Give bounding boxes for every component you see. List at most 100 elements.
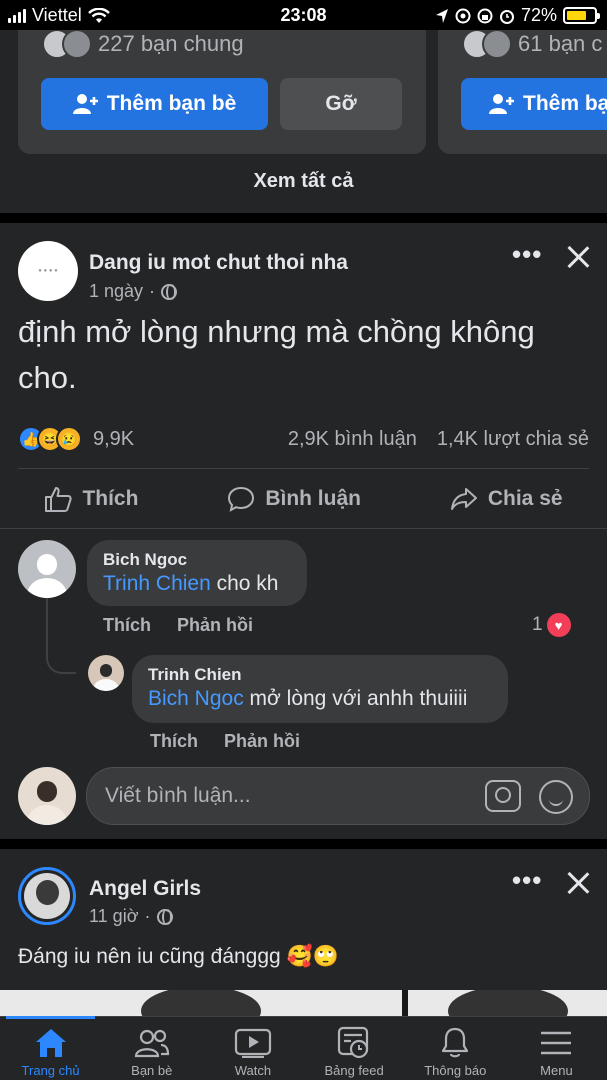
comment-icon (228, 486, 255, 512)
bell-icon (442, 1027, 469, 1058)
share-button[interactable]: Chia sẻ (450, 486, 563, 512)
more-options-icon[interactable]: ••• (512, 865, 542, 896)
commenter-name[interactable]: Bich Ngoc (103, 550, 291, 570)
feed-divider (0, 839, 607, 849)
meta-dot: · (144, 906, 151, 926)
post-photo[interactable] (0, 990, 402, 1016)
tab-label: Bạn bè (131, 1063, 173, 1078)
add-friend-button[interactable]: Thêm bạn bè (41, 78, 268, 130)
tab-notifications[interactable]: Thông báo (405, 1017, 506, 1080)
post: ● ● ● ● Dang iu mot chut thoi nha 1 ngày… (0, 223, 607, 839)
share-count[interactable]: 1,4K lượt chia sẻ (437, 428, 589, 451)
add-friend-label: Thêm bạ (523, 92, 607, 115)
suggestion-card[interactable]: 227 bạn chung Thêm bạn bè Gỡ (18, 30, 426, 154)
comment-button[interactable]: Bình luận (227, 486, 361, 512)
comment-text: Trinh Chien cho kh (103, 572, 291, 596)
menu-icon (541, 1031, 572, 1055)
add-friend-icon (489, 94, 514, 114)
tab-feeds[interactable]: Bảng feed (304, 1017, 405, 1080)
comment-bubble[interactable]: Bich Ngoc Trinh Chien cho kh (87, 540, 307, 606)
status-bar: Viettel 23:08 72% (0, 0, 607, 30)
post-meta: 1 ngày · (89, 281, 178, 302)
home-icon (35, 1029, 66, 1057)
comment-reply-button[interactable]: Phản hồi (177, 615, 253, 636)
comment-count[interactable]: 2,9K bình luận (288, 428, 417, 451)
mutual-friends: 61 bạn c (462, 30, 603, 59)
vpn-icon (455, 8, 471, 23)
separator (18, 468, 589, 469)
reply-actions: Thích Phản hồi (150, 731, 300, 752)
more-options-icon[interactable]: ••• (512, 239, 542, 270)
battery-icon (563, 7, 600, 24)
mutual-friends: 227 bạn chung (42, 30, 244, 59)
commenter-avatar[interactable] (18, 540, 76, 598)
mention-link[interactable]: Bich Ngoc (148, 687, 244, 710)
emoji-icon[interactable] (539, 780, 573, 814)
post-time[interactable]: 11 giờ (89, 906, 139, 927)
like-label: Thích (82, 487, 139, 510)
post-text: định mở lòng nhưng mà chồng không cho. (18, 314, 535, 395)
tab-label: Menu (540, 1063, 573, 1078)
comment-like-button[interactable]: Thích (103, 615, 151, 636)
tab-menu[interactable]: Menu (506, 1017, 607, 1080)
status-right: 72% (435, 5, 600, 26)
share-icon (450, 488, 477, 510)
my-avatar[interactable] (18, 767, 76, 825)
reply-bubble[interactable]: Trinh Chien Bich Ngoc mở lòng với anhh t… (132, 655, 508, 723)
globe-icon (161, 283, 178, 300)
tab-friends[interactable]: Bạn bè (101, 1017, 202, 1080)
friends-icon (134, 1029, 169, 1058)
reply-like-button[interactable]: Thích (150, 731, 198, 752)
reaction-summary[interactable]: 👍 😆 😢 9,9K (18, 426, 134, 452)
post-photo[interactable] (408, 990, 607, 1016)
post-actions: Thích Bình luận Chia sẻ (0, 470, 607, 528)
see-all-link[interactable]: Xem tất cả (0, 170, 607, 193)
tab-label: Thông báo (424, 1063, 487, 1078)
comment-reaction-count: 1 (532, 614, 543, 635)
camera-icon[interactable] (485, 780, 521, 812)
replier-avatar[interactable] (88, 655, 124, 691)
separator (0, 528, 607, 529)
comment-reactions[interactable]: 1 ♥ (532, 613, 571, 637)
tab-home[interactable]: Trang chủ (0, 1016, 101, 1080)
close-icon[interactable] (566, 871, 590, 895)
bottom-tab-bar: Trang chủ Bạn bè Watch Bảng feed Thông b… (0, 1016, 607, 1080)
post-author[interactable]: Angel Girls (89, 877, 201, 901)
reply-reply-button[interactable]: Phản hồi (224, 731, 300, 752)
post-text: Đáng iu nên iu cũng đánggg 🥰🙄 (18, 945, 339, 968)
remove-button[interactable]: Gỡ (280, 78, 402, 130)
battery-fill (567, 11, 586, 20)
alarm-icon (499, 9, 514, 24)
globe-icon (156, 908, 173, 925)
close-icon[interactable] (566, 245, 590, 269)
mutual-avatar (482, 30, 512, 59)
reply-body: mở lòng với anhh thuiiii (243, 687, 468, 710)
comment-body: cho kh (210, 572, 279, 595)
tab-label: Watch (234, 1063, 272, 1078)
post: Angel Girls 11 giờ · ••• Đáng iu nên iu … (0, 849, 607, 990)
love-reaction-icon: ♥ (546, 613, 571, 637)
feed-divider (0, 213, 607, 223)
mention-link[interactable]: Trinh Chien (103, 572, 211, 595)
watch-icon (234, 1028, 272, 1058)
avatar-image (24, 873, 70, 919)
comment-label: Bình luận (265, 487, 361, 510)
add-friend-button[interactable]: Thêm bạ (461, 78, 607, 130)
reaction-count: 9,9K (93, 427, 135, 450)
battery-percent: 72% (520, 5, 557, 25)
replier-name[interactable]: Trinh Chien (148, 665, 492, 685)
post-time[interactable]: 1 ngày (89, 281, 143, 302)
sad-reaction-icon: 😢 (56, 426, 82, 452)
like-button[interactable]: Thích (44, 486, 138, 512)
add-friend-label: Thêm bạn bè (106, 92, 237, 115)
post-author[interactable]: Dang iu mot chut thoi nha (89, 251, 348, 275)
meta-dot: · (149, 281, 156, 301)
suggestion-card[interactable]: 61 bạn c Thêm bạ (438, 30, 607, 154)
page-avatar[interactable] (18, 867, 76, 925)
page-avatar[interactable]: ● ● ● ● (18, 241, 78, 301)
mutual-count: 61 bạn c (518, 31, 603, 56)
comment-input[interactable]: Viết bình luận... (86, 767, 590, 825)
tab-watch[interactable]: Watch (202, 1017, 303, 1080)
friend-suggestions: 227 bạn chung Thêm bạn bè Gỡ 61 bạn c Th… (0, 30, 607, 213)
post-meta: 11 giờ · (89, 906, 173, 927)
